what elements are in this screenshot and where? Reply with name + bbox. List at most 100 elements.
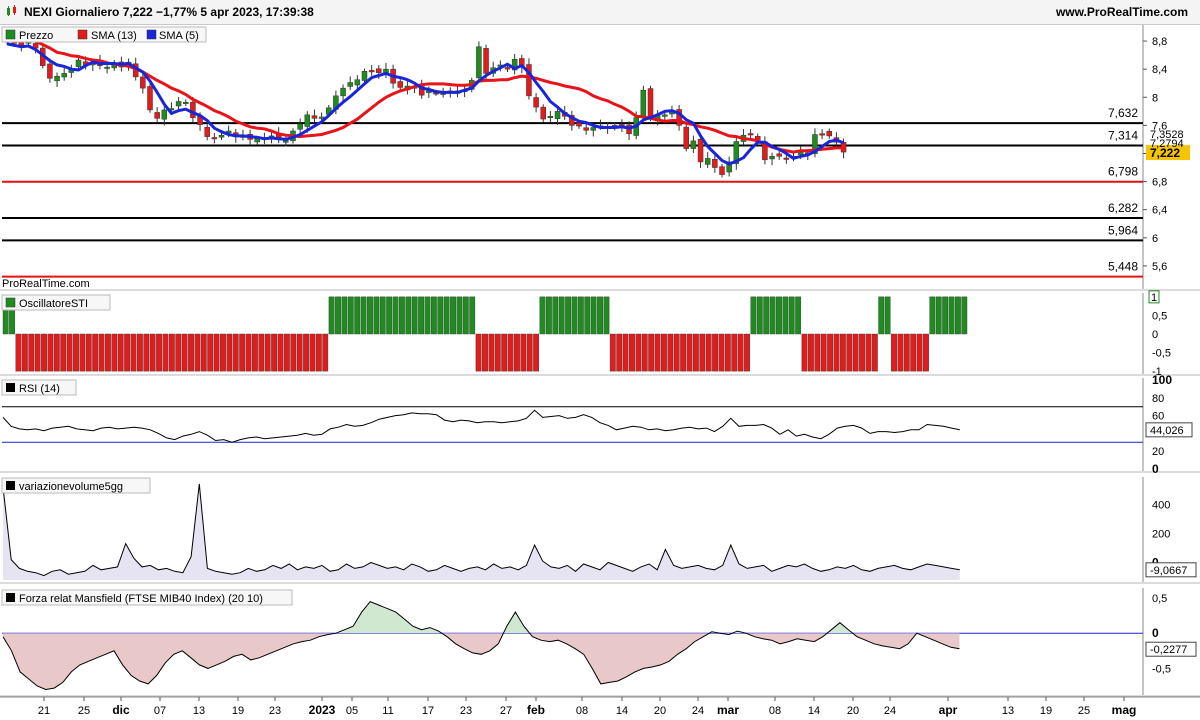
sti-bar[interactable] [852,333,859,372]
sti-bar[interactable] [271,333,278,372]
sti-bar[interactable] [213,333,220,372]
candle[interactable] [540,106,546,120]
sti-bar[interactable] [290,333,297,372]
sti-bar[interactable] [411,296,418,335]
volume-line[interactable] [2,483,960,577]
sti-bar[interactable] [181,333,188,372]
candle[interactable] [304,114,311,127]
sti-bar[interactable] [654,333,661,372]
sti-bar[interactable] [533,333,540,372]
sti-bar[interactable] [303,333,309,372]
sti-bar[interactable] [897,333,904,372]
sti-bar[interactable] [92,333,99,372]
sti-bar[interactable] [252,333,258,372]
sti-bar[interactable] [788,296,795,335]
sti-bar[interactable] [47,333,54,372]
candle[interactable] [504,67,511,70]
sti-bar[interactable] [910,333,917,372]
sti-bar[interactable] [373,296,380,335]
candle[interactable] [483,48,489,74]
sti-bar[interactable] [571,296,578,335]
sti-bar[interactable] [686,333,693,372]
sti-bar[interactable] [188,333,194,372]
sti-bar[interactable] [277,333,284,372]
sti-bar[interactable] [309,333,316,372]
sti-bar[interactable] [335,296,341,335]
sti-bar[interactable] [322,333,329,372]
sti-bar[interactable] [820,333,827,372]
sti-bar[interactable] [539,296,546,335]
candle[interactable] [347,82,353,87]
sti-bar[interactable] [34,333,41,372]
sti-bar[interactable] [450,296,456,335]
sti-bar[interactable] [629,333,635,372]
candle[interactable] [47,63,53,79]
sti-bar[interactable] [386,296,393,335]
sti-bar[interactable] [264,333,271,372]
sti-bar[interactable] [667,333,674,372]
sti-bar[interactable] [354,296,361,335]
candle[interactable] [533,97,539,108]
sti-bar[interactable] [833,333,840,372]
sti-bar[interactable] [15,333,22,372]
candle[interactable] [218,134,225,138]
candle[interactable] [190,101,196,118]
sti-bar[interactable] [737,333,744,372]
sti-bar[interactable] [418,296,424,335]
sti-bar[interactable] [41,333,47,372]
candle[interactable] [554,111,561,120]
candle[interactable] [819,133,825,136]
sti-bar[interactable] [111,333,118,372]
sti-bar[interactable] [705,333,712,372]
candle[interactable] [697,138,704,163]
sti-bar[interactable] [488,333,495,372]
sti-bar[interactable] [360,296,367,335]
sti-bar[interactable] [200,333,207,372]
candle[interactable] [576,122,582,127]
sti-bar[interactable] [424,296,431,335]
candle[interactable] [140,76,146,89]
candle[interactable] [376,68,382,73]
sti-bar[interactable] [916,333,923,372]
sti-bar[interactable] [232,333,239,372]
sti-bar[interactable] [891,333,897,372]
sti-bar[interactable] [546,296,552,335]
candle[interactable] [54,75,60,82]
sti-bar[interactable] [577,296,584,335]
sti-bar[interactable] [405,296,412,335]
sti-bar[interactable] [846,333,853,372]
sti-bar[interactable] [680,333,687,372]
sti-bar[interactable] [673,333,680,372]
sti-bar[interactable] [865,333,872,372]
candle[interactable] [254,138,260,143]
sti-bar[interactable] [699,333,706,372]
sti-bar[interactable] [105,333,111,372]
sti-bar[interactable] [839,333,846,372]
candle[interactable] [826,131,832,137]
sti-bar[interactable] [207,333,214,372]
sti-bar[interactable] [194,333,201,372]
sti-bar[interactable] [283,333,290,372]
sti-bar[interactable] [21,333,28,372]
candle[interactable] [712,158,718,168]
sti-bar[interactable] [827,333,833,372]
candle[interactable] [776,153,782,157]
sti-bar[interactable] [808,333,814,372]
sti-bar[interactable] [117,333,124,372]
candle[interactable] [704,158,711,165]
sti-bar[interactable] [750,296,757,335]
sti-bar[interactable] [367,296,373,335]
sti-bar[interactable] [590,296,597,335]
candle[interactable] [204,126,210,137]
sti-bar[interactable] [801,333,808,372]
sti-bar[interactable] [756,296,763,335]
sti-bar[interactable] [143,333,150,372]
candle[interactable] [340,87,346,97]
sti-bar[interactable] [724,333,731,372]
candle[interactable] [783,157,790,160]
candle[interactable] [311,115,318,119]
sti-bar[interactable] [53,333,60,372]
candle[interactable] [662,114,668,117]
sti-bar[interactable] [66,333,73,372]
sti-bar[interactable] [584,296,591,335]
